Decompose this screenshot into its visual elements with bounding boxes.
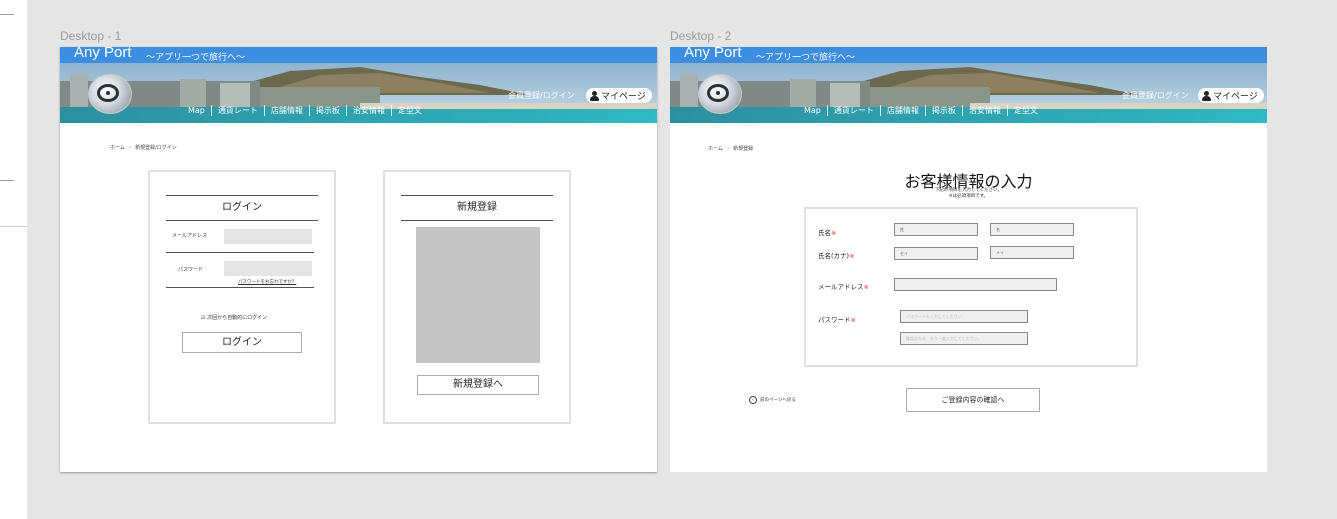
nav-item-rates[interactable]: 通貨レート bbox=[210, 105, 264, 116]
artboard-desktop-2[interactable]: Any Port ～アプリ一つで旅行へ～ Map 通貨レート 店舗情報 掲示板 … bbox=[670, 47, 1267, 472]
nav-item-phrases[interactable]: 定型文 bbox=[1006, 105, 1044, 116]
brand-title[interactable]: Any Port bbox=[684, 47, 742, 61]
brand-title[interactable]: Any Port bbox=[74, 47, 132, 61]
password-input[interactable]: パスワードを入力してください bbox=[900, 310, 1028, 323]
arrow-left-circle-icon: ‹ bbox=[749, 396, 757, 404]
nav-item-shops[interactable]: 店舗情報 bbox=[263, 105, 309, 116]
person-icon bbox=[590, 90, 599, 101]
header-banner: Map 通貨レート 店舗情報 掲示板 治安情報 定型文 会員登録/ログイン マイ… bbox=[60, 63, 657, 123]
auth-link[interactable]: 会員登録/ログイン bbox=[1122, 90, 1189, 101]
artboard-desktop-1[interactable]: Any Port ～アプリ一つで旅行へ～ Map 通貨レート 店舗情報 掲示板 … bbox=[60, 47, 657, 472]
mypage-button[interactable]: マイページ bbox=[586, 88, 652, 103]
breadcrumb-home[interactable]: ホーム bbox=[708, 146, 723, 152]
login-button[interactable]: ログイン bbox=[182, 332, 302, 353]
breadcrumb-separator-icon: > bbox=[127, 145, 133, 151]
email-input[interactable] bbox=[224, 229, 312, 244]
left-panel-edge bbox=[0, 0, 27, 519]
required-mark: ※ bbox=[831, 229, 837, 237]
divider bbox=[166, 252, 314, 253]
nav-item-shops[interactable]: 店舗情報 bbox=[879, 105, 925, 116]
register-panel: 新規登録 新規登録へ bbox=[383, 170, 571, 424]
nav-item-board[interactable]: 掲示板 bbox=[924, 105, 962, 116]
header-banner: Map 通貨レート 店舗情報 掲示板 治安情報 定型文 会員登録/ログイン マイ… bbox=[670, 63, 1267, 123]
nav-item-phrases[interactable]: 定型文 bbox=[390, 105, 428, 116]
name-label: 氏名※ bbox=[818, 229, 837, 237]
breadcrumb-current: 新規登録 bbox=[733, 146, 754, 152]
panel-tick bbox=[0, 180, 14, 181]
nav-item-rates[interactable]: 通貨レート bbox=[826, 105, 880, 116]
login-title: ログイン bbox=[166, 195, 318, 221]
auto-login-checkbox[interactable]: ☑ 次回から自動的にログイン bbox=[201, 314, 267, 321]
kana-label: 氏名(カナ)※ bbox=[818, 252, 855, 260]
email-label: メールアドレス※ bbox=[818, 283, 869, 291]
given-name-input[interactable]: 名 bbox=[990, 223, 1074, 236]
given-kana-input[interactable]: メイ bbox=[990, 246, 1074, 259]
register-image-placeholder bbox=[416, 227, 540, 363]
mypage-button[interactable]: マイページ bbox=[1198, 88, 1264, 103]
login-panel: ログイン メールアドレス パスワード パスワードをお忘れですか？ ☑ 次回から自… bbox=[148, 170, 336, 424]
register-button[interactable]: 新規登録へ bbox=[417, 375, 539, 395]
divider bbox=[166, 287, 314, 288]
brand-tagline: ～アプリ一つで旅行へ～ bbox=[146, 53, 246, 63]
artboard-label[interactable]: Desktop - 2 bbox=[670, 29, 731, 43]
breadcrumb-separator-icon: > bbox=[725, 146, 731, 152]
email-label: メールアドレス bbox=[172, 233, 208, 239]
top-bar: Any Port ～アプリ一つで旅行へ～ bbox=[60, 47, 657, 63]
password-label: パスワード bbox=[178, 267, 204, 273]
surname-kana-input[interactable]: セイ bbox=[894, 247, 978, 260]
nav-item-board[interactable]: 掲示板 bbox=[308, 105, 346, 116]
mypage-label: マイページ bbox=[1213, 92, 1258, 102]
password-label: パスワード※ bbox=[818, 316, 856, 324]
surname-input[interactable]: 姓 bbox=[894, 223, 978, 236]
page-subtitle-line2: ※は必須項目です。 bbox=[948, 194, 989, 199]
breadcrumb: ホーム > 新規登録/ログイン bbox=[110, 144, 177, 151]
confirm-button[interactable]: ご登録内容の確認へ bbox=[906, 388, 1040, 412]
email-input[interactable] bbox=[894, 278, 1057, 291]
required-mark: ※ bbox=[849, 252, 855, 260]
nav-item-map[interactable]: Map bbox=[182, 105, 211, 116]
required-mark: ※ bbox=[863, 283, 869, 291]
forgot-password-link[interactable]: パスワードをお忘れですか？ bbox=[238, 279, 296, 285]
main-nav: Map 通貨レート 店舗情報 掲示板 治安情報 定型文 bbox=[182, 105, 428, 116]
main-nav: Map 通貨レート 店舗情報 掲示板 治安情報 定型文 bbox=[798, 105, 1044, 116]
register-title: 新規登録 bbox=[401, 195, 553, 221]
back-link[interactable]: ‹ 前のページへ戻る bbox=[749, 396, 796, 404]
customer-form: 氏名※ 姓 名 氏名(カナ)※ セイ メイ メールアドレス※ パスワード※ パス… bbox=[804, 207, 1138, 367]
required-mark: ※ bbox=[850, 316, 856, 324]
panel-divider bbox=[0, 226, 27, 227]
brand-logo[interactable] bbox=[698, 74, 742, 114]
password-input[interactable] bbox=[224, 261, 312, 276]
nav-item-safety[interactable]: 治安情報 bbox=[961, 105, 1007, 116]
back-link-label: 前のページへ戻る bbox=[760, 398, 796, 403]
person-icon bbox=[1202, 90, 1211, 101]
breadcrumb-current: 新規登録/ログイン bbox=[135, 145, 177, 151]
panel-tick bbox=[0, 14, 14, 15]
artboard-label[interactable]: Desktop - 1 bbox=[60, 29, 121, 43]
brand-tagline: ～アプリ一つで旅行へ～ bbox=[756, 53, 856, 63]
auth-link[interactable]: 会員登録/ログイン bbox=[508, 90, 575, 101]
mypage-label: マイページ bbox=[601, 92, 646, 102]
nav-item-safety[interactable]: 治安情報 bbox=[345, 105, 391, 116]
password-confirm-input[interactable]: 確認のため、もう一度入力してください。 bbox=[900, 332, 1028, 345]
top-bar: Any Port ～アプリ一つで旅行へ～ bbox=[670, 47, 1267, 63]
brand-logo[interactable] bbox=[88, 74, 132, 114]
nav-item-map[interactable]: Map bbox=[798, 105, 827, 116]
breadcrumb-home[interactable]: ホーム bbox=[110, 145, 125, 151]
breadcrumb: ホーム > 新規登録 bbox=[708, 145, 753, 152]
